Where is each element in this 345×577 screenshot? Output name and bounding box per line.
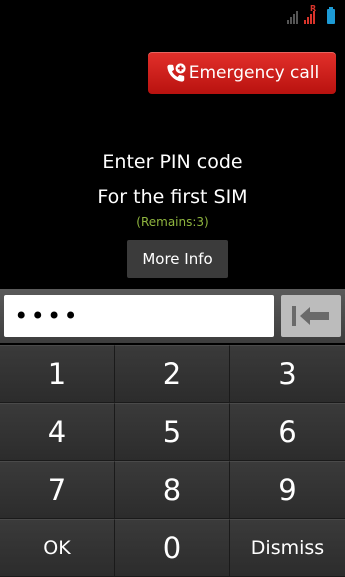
backspace-button[interactable] (281, 295, 341, 337)
sim-subtitle: For the first SIM (97, 186, 248, 208)
key-5[interactable]: 5 (115, 403, 230, 461)
dismiss-button[interactable]: Dismiss (230, 519, 345, 577)
key-6[interactable]: 6 (230, 403, 345, 461)
backspace-icon (292, 306, 329, 326)
more-info-button[interactable]: More Info (127, 240, 228, 278)
roaming-indicator: R (310, 4, 317, 13)
key-0[interactable]: 0 (115, 519, 230, 577)
numeric-keypad: 1 2 3 4 5 6 7 8 9 OK 0 Dismiss (0, 345, 345, 577)
pin-input[interactable]: •••• (4, 295, 274, 337)
key-4[interactable]: 4 (0, 403, 115, 461)
signal-strength-icon (287, 11, 298, 24)
pin-entry-row: •••• (0, 289, 345, 343)
remaining-attempts: (Remains:3) (136, 215, 209, 229)
ok-button[interactable]: OK (0, 519, 115, 577)
emergency-call-label: Emergency call (188, 63, 320, 83)
battery-icon (327, 7, 335, 24)
pin-prompt-title: Enter PIN code (102, 151, 243, 173)
key-9[interactable]: 9 (230, 461, 345, 519)
key-3[interactable]: 3 (230, 345, 345, 403)
key-1[interactable]: 1 (0, 345, 115, 403)
key-2[interactable]: 2 (115, 345, 230, 403)
phone-plus-icon (167, 63, 186, 82)
emergency-call-button[interactable]: Emergency call (148, 52, 336, 94)
key-8[interactable]: 8 (115, 461, 230, 519)
status-bar: R (0, 0, 345, 33)
key-7[interactable]: 7 (0, 461, 115, 519)
